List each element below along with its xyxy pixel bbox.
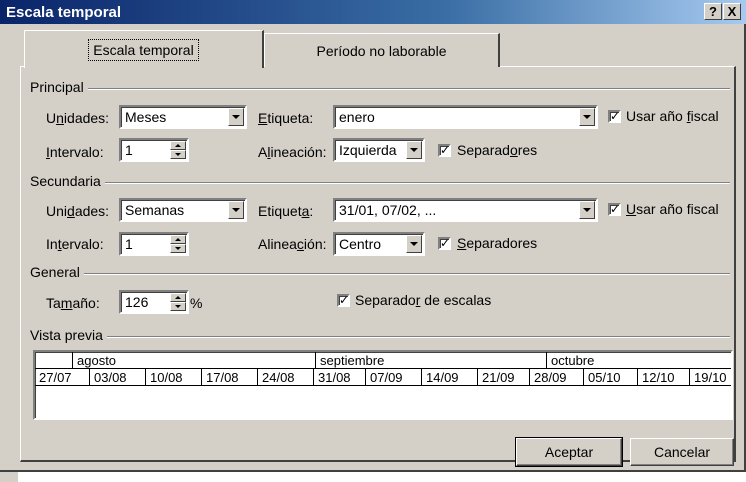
section-divider	[30, 182, 730, 184]
separators-checkbox[interactable]: ✓	[438, 144, 451, 157]
preview-major-row: agosto septiembre octubre	[35, 352, 731, 369]
help-icon: ?	[709, 4, 717, 19]
preview-week-cell: 14/09	[422, 369, 478, 386]
units-value: Meses	[125, 109, 167, 125]
tab-label: Escala temporal	[88, 38, 199, 61]
units-label: Unidades:	[46, 203, 110, 219]
section-title-principal: Principal	[30, 79, 88, 95]
fiscal-year-label: Usar año fiscal	[626, 201, 719, 217]
spinner-up-icon[interactable]	[170, 293, 186, 302]
tab-escala-temporal[interactable]: Escala temporal	[24, 30, 264, 68]
preview-week-cell: 05/10	[584, 369, 638, 386]
section-title-general: General	[30, 264, 84, 280]
separators-checkbox[interactable]: ✓	[438, 237, 451, 250]
chevron-down-icon[interactable]	[228, 201, 244, 219]
alignment-select[interactable]: Izquierda	[333, 138, 425, 162]
label-label: Etiqueta:	[258, 203, 314, 219]
close-button[interactable]: X	[723, 3, 741, 20]
scale-separator-label: Separador de escalas	[355, 292, 492, 308]
spinner-down-icon[interactable]	[170, 244, 186, 253]
preview-month-cell: septiembre	[316, 352, 547, 369]
section-title-secundaria: Secundaria	[30, 173, 105, 189]
interval-value: 1	[125, 142, 133, 158]
separators-label: Separadores	[457, 142, 538, 158]
label-select[interactable]: enero	[333, 105, 598, 129]
interval-spinner[interactable]: 1	[119, 232, 189, 256]
preview-month-cell: octubre	[551, 353, 595, 368]
preview-week-cell: 10/08	[146, 369, 202, 386]
size-label: Tamaño:	[46, 295, 100, 311]
section-title-preview: Vista previa	[30, 327, 107, 343]
preview-month-cell: agosto	[73, 352, 316, 369]
alignment-value: Centro	[339, 236, 382, 252]
alignment-label: Alineación:	[258, 144, 327, 160]
spinner-buttons[interactable]	[170, 293, 186, 311]
interval-spinner[interactable]: 1	[119, 138, 189, 162]
spinner-down-icon[interactable]	[170, 150, 186, 159]
size-spinner[interactable]: 126	[119, 290, 189, 314]
interval-value: 1	[125, 236, 133, 252]
alignment-label: Alineación:	[258, 236, 327, 252]
preview-week-cell: 24/08	[258, 369, 314, 386]
spinner-up-icon[interactable]	[170, 235, 186, 244]
section-divider	[30, 88, 730, 90]
preview-week-cell: 21/09	[478, 369, 530, 386]
label-value: 31/01, 07/02, ...	[339, 202, 437, 218]
units-label: Unidades:	[46, 110, 110, 126]
spinner-buttons[interactable]	[170, 235, 186, 253]
section-divider	[30, 336, 730, 338]
tab-periodo-no-laborable[interactable]: Período no laborable	[264, 33, 500, 67]
chevron-down-icon[interactable]	[228, 108, 244, 126]
fiscal-year-checkbox[interactable]: ✓	[608, 110, 621, 123]
separators-label: Separadores	[457, 235, 538, 251]
chevron-down-icon[interactable]	[406, 235, 422, 253]
preview-minor-row: 27/07 03/08 10/08 17/08 24/08 31/08 07/0…	[35, 369, 731, 386]
alignment-value: Izquierda	[339, 142, 397, 158]
label-label: Etiqueta:	[258, 110, 314, 126]
scale-separator-checkbox[interactable]: ✓	[337, 294, 350, 307]
units-select[interactable]: Meses	[119, 105, 247, 129]
timescale-preview: agosto septiembre octubre 27/07 03/08 10…	[33, 350, 733, 420]
chevron-down-icon[interactable]	[406, 141, 422, 159]
preview-week-cell: 19/10	[694, 370, 727, 385]
units-value: Semanas	[125, 202, 185, 218]
spinner-buttons[interactable]	[170, 141, 186, 159]
size-unit: %	[190, 295, 203, 311]
preview-week-cell: 27/07	[35, 369, 90, 386]
section-divider	[30, 273, 730, 275]
ok-button[interactable]: Aceptar	[515, 437, 623, 467]
fiscal-year-checkbox[interactable]: ✓	[608, 203, 621, 216]
preview-week-cell: 12/10	[638, 369, 690, 386]
chevron-down-icon[interactable]	[579, 108, 595, 126]
spinner-up-icon[interactable]	[170, 141, 186, 150]
preview-week-cell: 28/09	[530, 369, 584, 386]
preview-week-cell: 17/08	[202, 369, 258, 386]
spinner-down-icon[interactable]	[170, 302, 186, 311]
interval-label: Intervalo:	[46, 144, 104, 160]
chevron-down-icon[interactable]	[579, 201, 595, 219]
size-value: 126	[125, 294, 149, 310]
label-select[interactable]: 31/01, 07/02, ...	[333, 198, 598, 222]
window-title: Escala temporal	[6, 3, 122, 21]
units-select[interactable]: Semanas	[119, 198, 247, 222]
timescale-dialog: Escala temporal ? X Escala temporal Perí…	[0, 0, 746, 472]
title-bar[interactable]: Escala temporal ? X	[0, 0, 746, 24]
tab-label: Período no laborable	[316, 42, 447, 59]
cancel-button[interactable]: Cancelar	[630, 438, 734, 466]
close-icon: X	[727, 4, 737, 19]
preview-week-cell: 07/09	[366, 369, 422, 386]
interval-label: Intervalo:	[46, 236, 104, 252]
preview-week-cell: 03/08	[90, 369, 146, 386]
label-value: enero	[339, 109, 375, 125]
alignment-select[interactable]: Centro	[333, 232, 425, 256]
help-button[interactable]: ?	[704, 3, 722, 20]
preview-week-cell: 31/08	[314, 369, 366, 386]
preview-month-cell	[35, 352, 73, 369]
fiscal-year-label: Usar año fiscal	[626, 108, 719, 124]
